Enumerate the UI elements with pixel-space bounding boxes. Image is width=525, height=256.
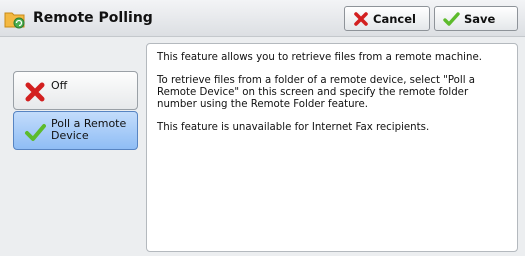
description-text-1: This feature allows you to retrieve file… — [157, 52, 482, 63]
save-button[interactable]: Save — [434, 6, 518, 31]
red-x-icon — [25, 82, 45, 102]
option-poll-remote-device-button[interactable]: Poll a Remote Device — [13, 111, 138, 150]
cancel-label: Cancel — [373, 11, 416, 26]
remote-polling-screen: Remote Polling Cancel Save Off Poll a Re… — [0, 0, 525, 256]
folder-refresh-icon — [4, 12, 25, 29]
green-check-icon — [443, 11, 460, 26]
green-check-icon — [25, 124, 46, 141]
option-off-button[interactable]: Off — [13, 71, 138, 110]
cancel-button[interactable]: Cancel — [344, 6, 430, 31]
save-label: Save — [464, 11, 496, 26]
page-title: Remote Polling — [33, 10, 153, 26]
description-text-3: This feature is unavailable for Internet… — [157, 122, 430, 133]
description-panel: This feature allows you to retrieve file… — [146, 43, 518, 252]
title-bar: Remote Polling Cancel Save — [0, 0, 525, 37]
description-text-2: To retrieve files from a folder of a rem… — [157, 75, 476, 110]
red-x-icon — [354, 11, 368, 26]
option-poll-label: Poll a Remote Device — [51, 117, 127, 142]
option-off-label: Off — [51, 79, 68, 92]
